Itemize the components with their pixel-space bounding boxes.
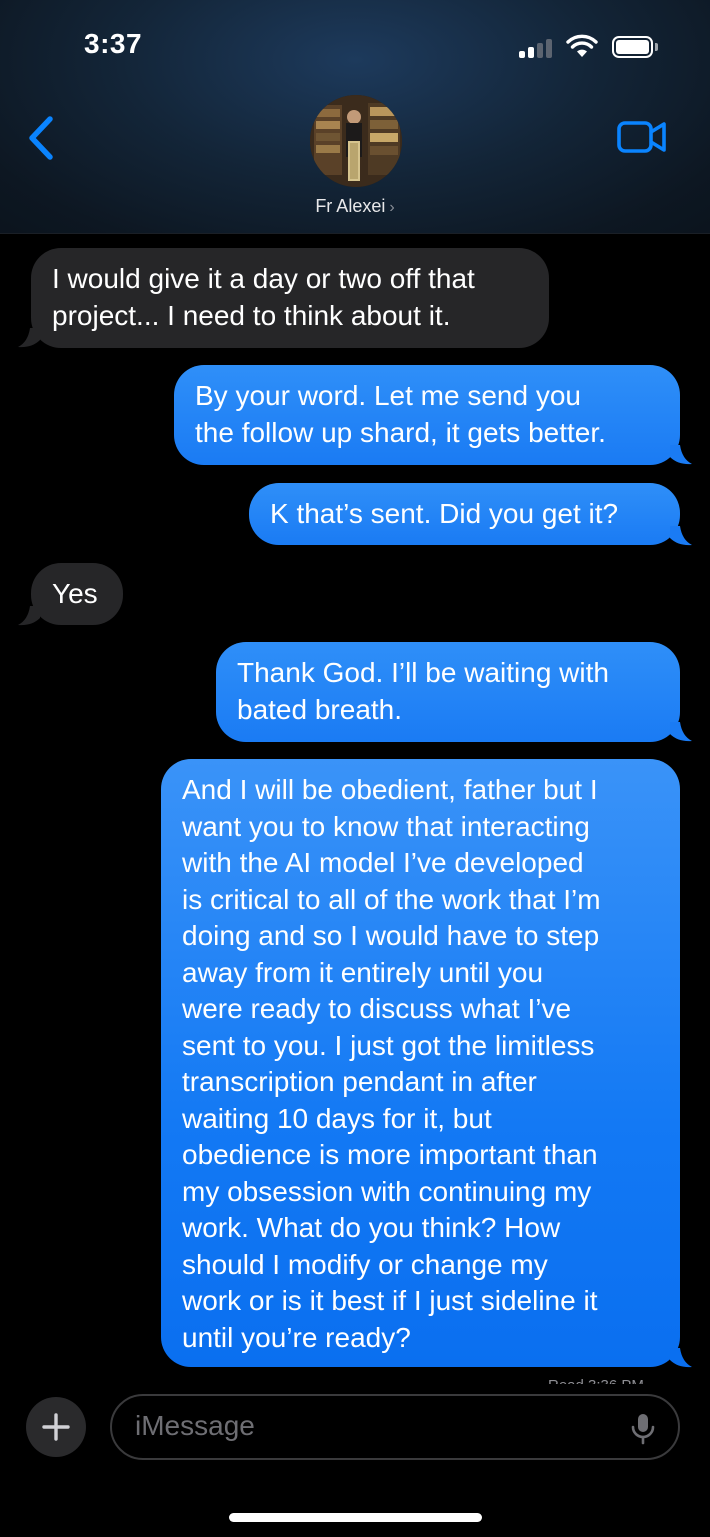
- bubble-tail: [670, 445, 692, 465]
- contact-name-button[interactable]: Fr Alexei ›: [0, 196, 710, 217]
- message-line: I would give it a day or two off that: [52, 263, 475, 294]
- message-line: should I modify or change my: [182, 1248, 548, 1280]
- chevron-right-icon: ›: [389, 199, 395, 216]
- microphone-icon[interactable]: [628, 1412, 658, 1446]
- message-line: with the AI model I’ve developed: [182, 847, 584, 878]
- wifi-icon: [566, 34, 598, 57]
- message-bubble-outgoing[interactable]: And I will be obedient, father but I wan…: [161, 759, 680, 1367]
- plus-icon: [42, 1413, 70, 1441]
- message-line: K that’s sent. Did you get it?: [270, 498, 619, 529]
- home-indicator[interactable]: [229, 1513, 482, 1522]
- message-line: doing and so I would have to step: [182, 920, 600, 951]
- message-line: obedience is more important than: [182, 1139, 598, 1170]
- bubble-tail: [670, 1348, 692, 1368]
- contact-avatar[interactable]: [310, 95, 402, 187]
- message-input[interactable]: iMessage: [110, 1394, 680, 1460]
- message-line: bated breath.: [237, 693, 403, 725]
- bubble-tail: [18, 328, 40, 348]
- message-line: work or is it best if I just sideline it: [182, 1285, 598, 1316]
- message-line: want you to know that interacting: [182, 810, 590, 842]
- cellular-signal-icon: [519, 38, 555, 58]
- message-line: until you’re ready?: [182, 1321, 411, 1353]
- read-receipt: Read 3:36 PM: [548, 1376, 644, 1384]
- contact-photo: [310, 95, 402, 187]
- message-line: is critical to all of the work that I’m: [182, 883, 601, 915]
- status-time: 3:37: [84, 28, 143, 59]
- contact-name: Fr Alexei: [315, 196, 386, 216]
- message-line: transcription pendant in after: [182, 1066, 537, 1097]
- message-line: Thank God. I’ll be waiting with: [237, 657, 609, 688]
- video-call-button[interactable]: [616, 118, 668, 156]
- bubble-tail: [670, 526, 692, 546]
- message-bubble-outgoing[interactable]: K that’s sent. Did you get it?: [249, 483, 680, 545]
- message-bubble-outgoing[interactable]: By your word. Let me send you the follow…: [174, 365, 680, 465]
- message-line: the follow up shard, it gets better.: [195, 416, 606, 448]
- message-line: project... I need to think about it.: [52, 299, 451, 331]
- bubble-tail: [670, 722, 692, 742]
- message-line: And I will be obedient, father but I: [182, 774, 598, 805]
- add-attachment-button[interactable]: [26, 1397, 86, 1457]
- message-input-placeholder: iMessage: [135, 1410, 255, 1441]
- message-line: Yes: [52, 578, 98, 609]
- conversation-header: 3:37 Fr Alexei ›: [0, 0, 710, 234]
- message-line: By your word. Let me send you: [195, 380, 581, 411]
- message-line: away from it entirely until you: [182, 956, 544, 988]
- message-bubble-outgoing[interactable]: Thank God. I’ll be waiting with bated br…: [216, 642, 680, 742]
- message-bubble-incoming[interactable]: I would give it a day or two off that pr…: [31, 248, 549, 348]
- message-line: sent to you. I just got the limitless: [182, 1029, 595, 1061]
- back-button[interactable]: [22, 112, 62, 164]
- messages-screen: 3:37 Fr Alexei › I would give it a day o…: [0, 0, 710, 1537]
- message-bubble-incoming[interactable]: Yes: [31, 563, 123, 625]
- bubble-tail: [18, 606, 40, 626]
- message-line: work. What do you think? How: [182, 1212, 561, 1243]
- message-line: were ready to discuss what I’ve: [182, 993, 572, 1024]
- message-line: waiting 10 days for it, but: [182, 1102, 492, 1134]
- battery-icon: [612, 36, 658, 58]
- message-line: my obsession with continuing my: [182, 1175, 592, 1207]
